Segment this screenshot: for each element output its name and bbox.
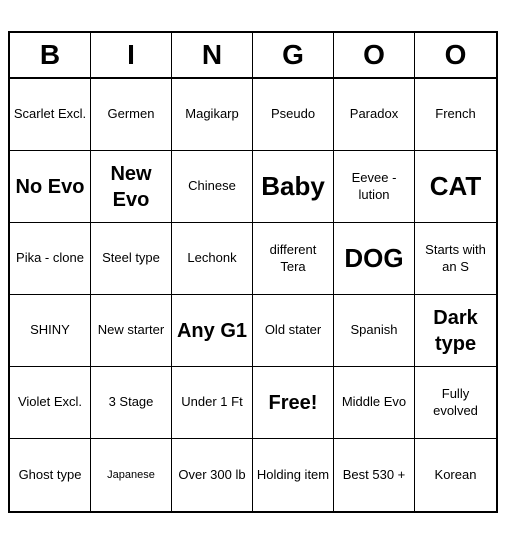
bingo-cell-34: Best 530 +	[334, 439, 415, 511]
bingo-cell-26: Under 1 Ft	[172, 367, 253, 439]
bingo-cell-18: SHINY	[10, 295, 91, 367]
bingo-cell-22: Spanish	[334, 295, 415, 367]
bingo-cell-8: Chinese	[172, 151, 253, 223]
bingo-cell-1: Germen	[91, 79, 172, 151]
bingo-header: BINGOO	[10, 33, 496, 79]
header-letter-1: I	[91, 33, 172, 77]
bingo-cell-28: Middle Evo	[334, 367, 415, 439]
bingo-cell-15: different Tera	[253, 223, 334, 295]
bingo-cell-2: Magikarp	[172, 79, 253, 151]
bingo-cell-24: Violet Excl.	[10, 367, 91, 439]
bingo-cell-9: Baby	[253, 151, 334, 223]
bingo-cell-21: Old stater	[253, 295, 334, 367]
bingo-cell-19: New starter	[91, 295, 172, 367]
header-letter-5: O	[415, 33, 496, 77]
bingo-cell-27: Free!	[253, 367, 334, 439]
bingo-cell-11: CAT	[415, 151, 496, 223]
bingo-cell-20: Any G1	[172, 295, 253, 367]
header-letter-2: N	[172, 33, 253, 77]
header-letter-0: B	[10, 33, 91, 77]
bingo-cell-14: Lechonk	[172, 223, 253, 295]
bingo-cell-4: Paradox	[334, 79, 415, 151]
bingo-cell-13: Steel type	[91, 223, 172, 295]
bingo-cell-32: Over 300 lb	[172, 439, 253, 511]
bingo-cell-16: DOG	[334, 223, 415, 295]
bingo-cell-31: Japanese	[91, 439, 172, 511]
header-letter-4: O	[334, 33, 415, 77]
bingo-cell-10: Eevee - lution	[334, 151, 415, 223]
bingo-cell-6: No Evo	[10, 151, 91, 223]
bingo-cell-35: Korean	[415, 439, 496, 511]
bingo-cell-25: 3 Stage	[91, 367, 172, 439]
bingo-cell-33: Holding item	[253, 439, 334, 511]
bingo-cell-7: New Evo	[91, 151, 172, 223]
bingo-cell-29: Fully evolved	[415, 367, 496, 439]
header-letter-3: G	[253, 33, 334, 77]
bingo-cell-3: Pseudo	[253, 79, 334, 151]
bingo-cell-30: Ghost type	[10, 439, 91, 511]
bingo-cell-5: French	[415, 79, 496, 151]
bingo-cell-0: Scarlet Excl.	[10, 79, 91, 151]
bingo-cell-17: Starts with an S	[415, 223, 496, 295]
bingo-cell-12: Pika - clone	[10, 223, 91, 295]
bingo-grid: Scarlet Excl.GermenMagikarpPseudoParadox…	[10, 79, 496, 511]
bingo-cell-23: Dark type	[415, 295, 496, 367]
bingo-card: BINGOO Scarlet Excl.GermenMagikarpPseudo…	[8, 31, 498, 513]
